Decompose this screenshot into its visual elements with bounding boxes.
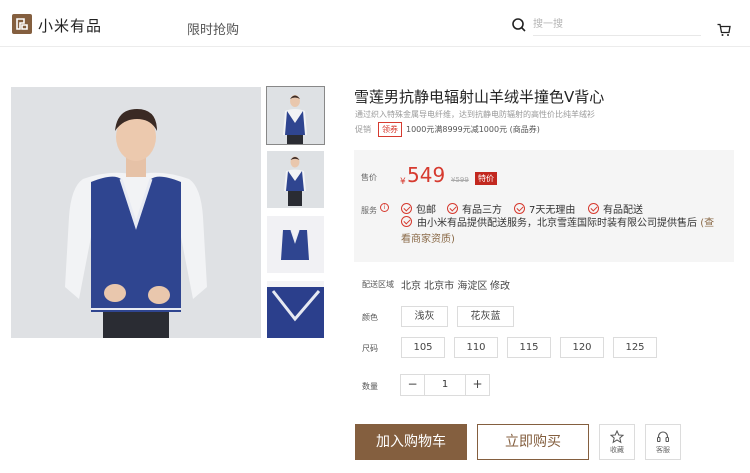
- coupon-badge[interactable]: 领券: [378, 122, 402, 137]
- price-currency: ¥: [400, 177, 406, 187]
- favorite-label: 收藏: [610, 446, 624, 454]
- quantity-label: 数量: [362, 382, 378, 391]
- size-option[interactable]: 120: [560, 337, 604, 358]
- quantity-decrease-button[interactable]: −: [401, 375, 425, 395]
- cart-icon[interactable]: [717, 23, 731, 37]
- size-label: 尺码: [362, 344, 378, 353]
- add-to-cart-button[interactable]: 加入购物车: [355, 424, 467, 460]
- check-circle-icon: [401, 203, 412, 214]
- check-circle-icon: [514, 203, 525, 214]
- customer-service-button[interactable]: 客服: [645, 424, 681, 460]
- check-circle-icon: [401, 216, 412, 227]
- promo-text: 1000元满8999元减1000元 (商品券): [406, 125, 540, 134]
- thumbnail-image[interactable]: [266, 86, 325, 145]
- size-option[interactable]: 115: [507, 337, 551, 358]
- youpin-logo-icon[interactable]: [12, 14, 32, 34]
- color-label: 颜色: [362, 313, 378, 322]
- special-price-badge: 特价: [475, 172, 497, 185]
- price-value: 549: [407, 163, 446, 187]
- check-circle-icon: [588, 203, 599, 214]
- search-input[interactable]: [533, 14, 701, 36]
- thumbnail-image[interactable]: [267, 281, 324, 338]
- check-circle-icon: [447, 203, 458, 214]
- buy-now-button[interactable]: 立即购买: [477, 424, 589, 460]
- product-subtitle: 通过织入特殊金属导电纤维，达到抗静电防辐射的高性价比纯羊绒衫: [355, 110, 595, 119]
- service-item-7-day-return: 7天无理由: [514, 201, 575, 216]
- main-product-image: [11, 87, 261, 338]
- change-area-link[interactable]: 修改: [490, 277, 510, 292]
- thumbnail-image[interactable]: [267, 151, 324, 208]
- nav-flash-sale[interactable]: 限时抢购: [187, 19, 239, 38]
- size-option[interactable]: 110: [454, 337, 498, 358]
- search-icon[interactable]: [511, 17, 527, 33]
- color-option[interactable]: 浅灰: [401, 306, 448, 327]
- price-label: 售价: [361, 173, 377, 182]
- service-item-free-shipping: 包邮: [401, 201, 436, 216]
- top-header: 小米有品 限时抢购: [0, 0, 750, 47]
- favorite-button[interactable]: 收藏: [599, 424, 635, 460]
- service-item-third-party: 有品三方: [447, 201, 502, 216]
- delivery-label: 配送区域: [362, 280, 394, 289]
- service-label: 服务: [361, 206, 377, 215]
- service-item-youpin-delivery: 有品配送: [588, 201, 643, 216]
- brand-name[interactable]: 小米有品: [38, 15, 102, 36]
- thumbnail-image[interactable]: [267, 216, 324, 273]
- info-icon[interactable]: i: [380, 203, 389, 212]
- service-description: 由小米有品提供配送服务，北京雪莲国际时装有限公司提供售后 (查看商家资质): [401, 216, 715, 245]
- size-option[interactable]: 125: [613, 337, 657, 358]
- size-option[interactable]: 105: [401, 337, 445, 358]
- quantity-increase-button[interactable]: +: [465, 375, 489, 395]
- product-title: 雪莲男抗静电辐射山羊绒半撞色V背心: [354, 88, 605, 106]
- original-price: ¥599: [451, 176, 469, 184]
- delivery-area: 北京 北京市 海淀区: [401, 281, 488, 292]
- color-option[interactable]: 花灰蓝: [457, 306, 514, 327]
- quantity-value[interactable]: 1: [425, 375, 465, 395]
- headset-icon: [657, 431, 669, 442]
- star-icon: [610, 430, 624, 444]
- quantity-stepper: − 1 +: [400, 374, 490, 396]
- customer-service-label: 客服: [656, 446, 670, 454]
- promo-label: 促销: [355, 125, 371, 134]
